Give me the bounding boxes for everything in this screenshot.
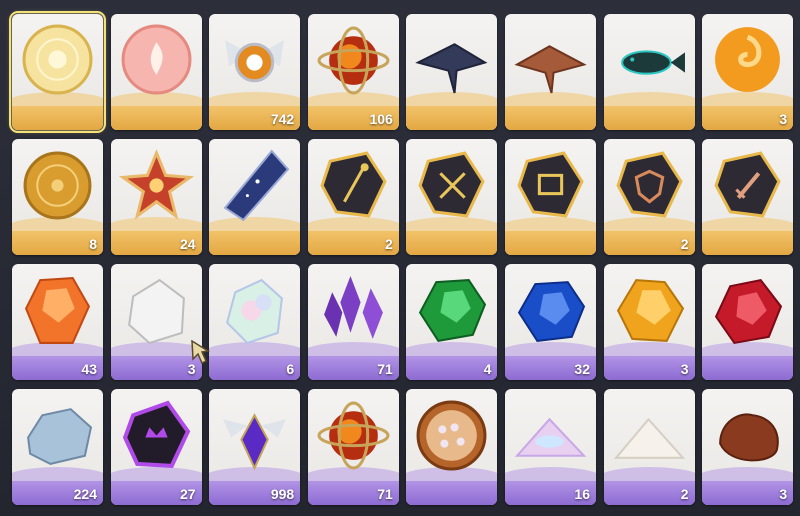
item-count: 27 — [180, 486, 196, 502]
inventory-slot[interactable] — [603, 14, 695, 130]
inventory-slot[interactable]: 3 — [702, 389, 794, 505]
crossed-swords-rune-stone-icon — [418, 151, 486, 218]
item-count: 998 — [270, 486, 295, 502]
shield-rune-stone-icon — [616, 151, 683, 218]
rarity-band — [702, 231, 794, 255]
brown-stingray-icon — [514, 45, 587, 94]
winged-violet-gem-icon — [223, 413, 287, 471]
item-count: 2 — [680, 486, 689, 502]
winged-amber-emblem-icon — [225, 40, 285, 83]
amber-swirl-orb-icon — [715, 27, 781, 92]
white-stone-icon — [127, 278, 185, 345]
inventory-slot[interactable]: 224 — [12, 389, 103, 505]
sword-rune-stone-icon — [714, 151, 781, 218]
fire-core-orb-icon — [317, 401, 390, 470]
pointer-cursor-icon — [191, 340, 211, 364]
inventory-slot[interactable]: 106 — [307, 14, 399, 130]
inventory-slot[interactable]: 4 — [406, 264, 498, 380]
crown-rune-stone-icon — [122, 400, 190, 469]
item-count: 71 — [377, 361, 393, 377]
rarity-band — [406, 231, 498, 255]
inventory-slot[interactable]: 742 — [209, 14, 301, 130]
sapphire-ore-icon — [517, 281, 586, 342]
inventory-grid: 742 106 3 8 24 2 2 43 3 6 71 4 32 3 224 27 998 71 16 2 3 — [9, 11, 794, 516]
rarity-band — [505, 106, 596, 130]
item-count: 2 — [680, 236, 689, 252]
inventory-slot[interactable]: 2 — [307, 139, 399, 255]
radiant-star-shard-icon — [118, 149, 194, 220]
opal-stone-icon — [226, 278, 284, 345]
item-count: 742 — [270, 111, 295, 127]
item-count: 24 — [180, 236, 196, 252]
item-count: 8 — [89, 236, 97, 252]
amethyst-cluster-icon — [323, 276, 383, 339]
item-count: 3 — [779, 486, 788, 502]
frost-ore-icon — [27, 408, 93, 465]
inventory-slot[interactable] — [110, 14, 202, 130]
inventory-slot[interactable]: 998 — [209, 389, 301, 505]
inventory-slot[interactable] — [406, 14, 498, 130]
pearl-tray-icon — [416, 400, 487, 471]
inventory-slot[interactable] — [209, 139, 301, 255]
rarity-band — [603, 106, 695, 130]
inventory-slot[interactable]: 32 — [505, 264, 596, 380]
item-count: 6 — [286, 361, 295, 377]
book-rune-stone-icon — [517, 151, 584, 218]
item-count: 4 — [483, 361, 492, 377]
inventory-slot[interactable]: 71 — [307, 264, 399, 380]
inventory-slot[interactable]: 3 — [110, 264, 202, 380]
sun-sigil-orb-icon — [22, 24, 93, 95]
inventory-slot[interactable] — [505, 14, 596, 130]
item-count: 32 — [574, 361, 590, 377]
inventory-slot[interactable]: 16 — [505, 389, 596, 505]
rarity-band — [406, 481, 498, 505]
item-count: 106 — [369, 111, 393, 127]
orange-gem-ore-icon — [24, 277, 91, 344]
inventory-slot[interactable]: 27 — [110, 389, 202, 505]
emerald-ore-icon — [419, 279, 487, 343]
inventory-slot[interactable] — [702, 264, 794, 380]
brown-clump-icon — [719, 413, 779, 462]
rarity-band — [12, 106, 103, 130]
inventory-slot[interactable]: 2 — [603, 389, 695, 505]
white-powder-icon — [613, 417, 685, 459]
inventory-slot[interactable]: 2 — [603, 139, 695, 255]
inventory-slot[interactable]: 6 — [209, 264, 301, 380]
inventory-slot[interactable] — [505, 139, 596, 255]
ruby-ore-icon — [715, 278, 783, 345]
inventory-slot[interactable] — [702, 139, 794, 255]
rarity-band — [110, 106, 202, 130]
inventory-slot[interactable]: 71 — [307, 389, 399, 505]
item-count: 3 — [779, 111, 788, 127]
inventory-slot[interactable]: 43 — [12, 264, 103, 380]
item-count: 16 — [574, 486, 590, 502]
inventory-slot[interactable]: 3 — [603, 264, 695, 380]
staff-rune-stone-icon — [320, 151, 387, 218]
item-count: 2 — [385, 236, 393, 252]
dark-manta-ray-icon — [415, 43, 488, 94]
inventory-slot[interactable] — [406, 139, 498, 255]
item-count: 71 — [377, 486, 393, 502]
item-count: 43 — [81, 361, 97, 377]
fire-core-orb-icon — [317, 26, 390, 95]
inventory-slot[interactable] — [406, 389, 498, 505]
inventory-slot[interactable]: 24 — [110, 139, 202, 255]
rarity-band — [505, 231, 596, 255]
topaz-ore-icon — [616, 279, 684, 342]
flame-sigil-orb-icon — [121, 24, 192, 95]
item-count: 3 — [680, 361, 689, 377]
rarity-band — [406, 106, 498, 130]
teal-spotted-fish-icon — [620, 50, 685, 75]
starry-crystal-shard-icon — [223, 149, 290, 222]
iridescent-powder-icon — [514, 417, 587, 457]
inventory-slot[interactable]: 3 — [702, 14, 794, 130]
inventory-slot[interactable] — [9, 11, 106, 133]
golden-sun-seal-icon — [23, 151, 92, 220]
rarity-band — [702, 356, 794, 380]
item-count: 224 — [73, 486, 97, 502]
rarity-band — [209, 231, 301, 255]
inventory-slot[interactable]: 8 — [12, 139, 103, 255]
